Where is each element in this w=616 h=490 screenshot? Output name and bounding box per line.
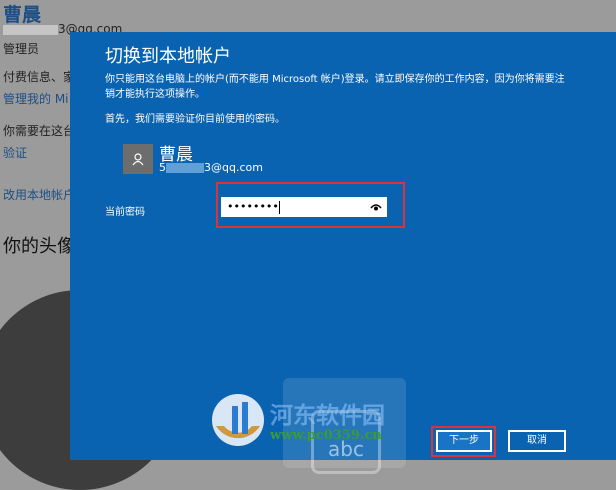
- password-input[interactable]: ••••••••: [221, 197, 387, 217]
- watermark-url: www.pc0359.cn: [270, 428, 382, 443]
- user-role: 管理员: [3, 42, 40, 56]
- password-label: 当前密码: [105, 207, 145, 218]
- reveal-password-icon[interactable]: [370, 200, 382, 220]
- text-caret: [278, 200, 280, 214]
- switch-local-link[interactable]: 改用本地帐户: [3, 186, 75, 203]
- password-value: ••••••••: [227, 200, 279, 213]
- manage-account-link[interactable]: 管理我的 Mi: [3, 90, 69, 107]
- watermark-name: 河东软件园: [270, 402, 385, 429]
- need-text: 你需要在这台: [3, 124, 76, 138]
- email-prefix: 5: [159, 161, 166, 174]
- cancel-button[interactable]: 取消: [508, 430, 566, 452]
- verify-instruction: 首先，我们需要验证你目前使用的密码。: [105, 114, 285, 125]
- email-suffix: 3@qq.com: [204, 161, 263, 174]
- user-icon: [123, 144, 153, 174]
- switch-local-account-dialog: 切换到本地帐户 你只能用这台电脑上的帐户(而不能用 Microsoft 帐户)登…: [70, 32, 616, 474]
- watermark-logo-icon: [208, 390, 268, 454]
- avatar-heading: 你的头像: [3, 236, 75, 257]
- billing-text: 付费信息、家: [3, 70, 76, 84]
- dialog-title: 切换到本地帐户: [105, 46, 231, 67]
- next-button[interactable]: 下一步: [436, 430, 492, 452]
- email-redaction: [166, 163, 204, 173]
- dialog-description: 你只能用这台电脑上的帐户(而不能用 Microsoft 帐户)登录。请立即保存你…: [105, 74, 565, 100]
- email-redaction: [3, 24, 58, 35]
- verify-link[interactable]: 验证: [3, 144, 27, 161]
- account-email: 5 3@qq.com: [159, 161, 263, 174]
